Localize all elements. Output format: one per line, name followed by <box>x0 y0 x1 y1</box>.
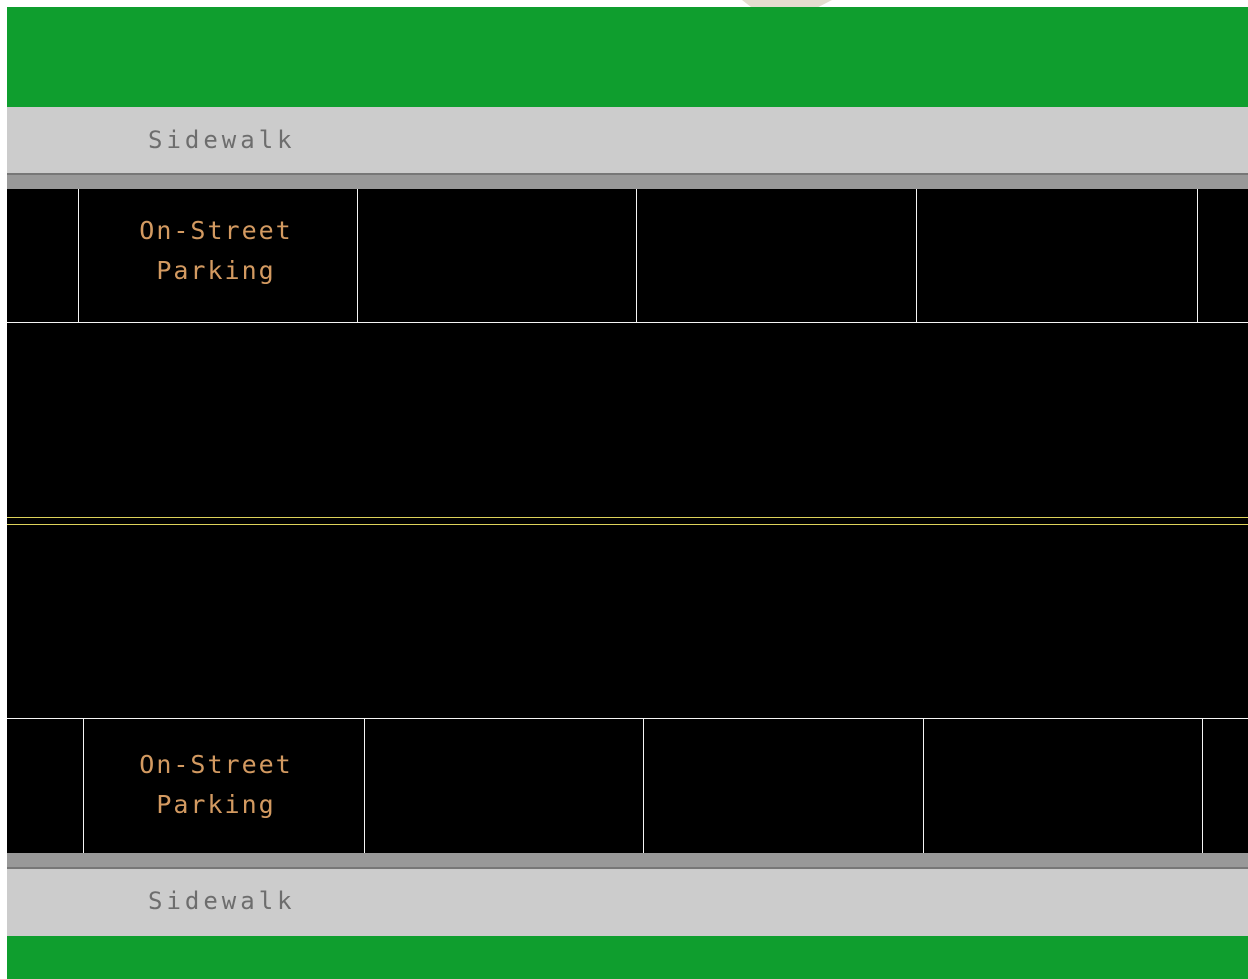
parking-stall-line-bottom-2 <box>364 719 365 853</box>
curb-line-top <box>7 173 1248 175</box>
parking-stall-line-bottom-4 <box>923 719 924 853</box>
parking-stall-line-bottom-1 <box>83 719 84 853</box>
sidewalk-strip-bottom: Sidewalk <box>7 869 1248 936</box>
top-edge-shape <box>742 0 832 7</box>
grass-strip-top <box>7 7 1248 107</box>
parking-stall-line-top-5 <box>1197 189 1198 323</box>
curb-strip-top <box>7 173 1248 189</box>
parking-stall-line-top-4 <box>916 189 917 323</box>
parking-stall-line-top-2 <box>357 189 358 323</box>
parking-label-top-line-2: Parking <box>156 256 276 285</box>
parking-stall-line-bottom-5 <box>1202 719 1203 853</box>
parking-lane-line-top <box>7 322 1248 323</box>
parking-label-bottom-line-2: Parking <box>156 790 276 819</box>
center-line-upper <box>7 517 1248 518</box>
street-cross-section-diagram: Sidewalk On-Street Parking On-Street Par… <box>0 0 1248 979</box>
roadway: On-Street Parking On-Street Parking <box>7 189 1248 853</box>
parking-label-bottom-line-1: On-Street <box>139 750 293 779</box>
parking-label-top-line-1: On-Street <box>139 216 293 245</box>
parking-stall-line-top-1 <box>78 189 79 323</box>
parking-label-top: On-Street Parking <box>111 211 321 291</box>
parking-lane-line-bottom <box>7 718 1248 719</box>
parking-stall-line-top-3 <box>636 189 637 323</box>
parking-stall-line-bottom-3 <box>643 719 644 853</box>
parking-label-bottom: On-Street Parking <box>111 745 321 825</box>
sidewalk-strip-top: Sidewalk <box>7 107 1248 173</box>
curb-strip-bottom <box>7 853 1248 869</box>
grass-strip-bottom <box>7 936 1248 979</box>
center-line-lower <box>7 524 1248 525</box>
sidewalk-top-label: Sidewalk <box>148 126 296 154</box>
sidewalk-bottom-label: Sidewalk <box>148 887 296 915</box>
